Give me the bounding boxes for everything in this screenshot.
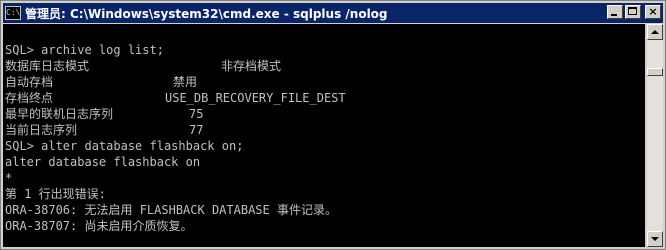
line-text: ORA-38707: 尚未启用介质恢复。 [5, 219, 193, 233]
console-line: 存档终点 USE_DB_RECOVERY_FILE_DEST [5, 90, 346, 106]
line-value: USE_DB_RECOVERY_FILE_DEST [165, 91, 346, 105]
maximize-icon [628, 7, 637, 15]
console-line: 最早的联机日志序列 75 [5, 106, 346, 122]
line-label: 存档终点 [5, 91, 54, 105]
console-line: ORA-38707: 尚未启用介质恢复。 [5, 218, 346, 234]
line-text: SQL> alter database flashback on; [5, 139, 244, 153]
console-output[interactable]: SQL> archive log list; 数据库日志模式 非存档模式 自动存档… [3, 24, 645, 247]
line-label: 最早的联机日志序列 [5, 107, 114, 121]
line-value: 非存档模式 [221, 59, 282, 73]
close-button[interactable]: × [645, 5, 661, 19]
title-bar[interactable]: C:\ 管理员: C:\Windows\system32\cmd.exe - s… [3, 3, 663, 23]
window-controls: × [605, 5, 661, 19]
console-line: 当前日志序列 77 [5, 122, 346, 138]
line-value: 77 [189, 123, 204, 137]
console-line: alter database flashback on [5, 154, 346, 170]
line-text: SQL> archive log list; [5, 43, 164, 57]
console-line: 第 1 行出现错误: [5, 186, 346, 202]
scroll-up-button[interactable] [647, 24, 663, 40]
arrow-down-icon [651, 237, 659, 241]
console-line: ORA-38706: 无法启用 FLASHBACK DATABASE 事件记录。 [5, 202, 346, 218]
console-line: 数据库日志模式 非存档模式 [5, 58, 346, 74]
scroll-thumb[interactable] [647, 68, 663, 76]
minimize-button[interactable] [607, 5, 623, 19]
scroll-down-button[interactable] [647, 231, 663, 247]
vertical-scrollbar[interactable] [647, 24, 663, 247]
line-label: 自动存档 [5, 75, 54, 89]
arrow-up-icon [651, 30, 659, 34]
line-text: ORA-38706: 无法启用 FLASHBACK DATABASE 事件记录。 [5, 203, 337, 217]
cmd-icon[interactable]: C:\ [5, 6, 21, 20]
console-line: * [5, 170, 346, 186]
console-line: SQL> alter database flashback on; [5, 138, 346, 154]
line-label: 当前日志序列 [5, 123, 78, 137]
console-line: SQL> archive log list; [5, 42, 346, 58]
cmd-window: C:\ 管理员: C:\Windows\system32\cmd.exe - s… [0, 0, 666, 250]
minimize-icon [611, 14, 617, 16]
line-value: 禁用 [173, 75, 198, 89]
line-value: 75 [189, 107, 204, 121]
line-text: * [5, 171, 13, 185]
console-line: 自动存档 禁用 [5, 74, 346, 90]
window-title: 管理员: C:\Windows\system32\cmd.exe - sqlpl… [25, 6, 388, 21]
line-text: 第 1 行出现错误: [5, 187, 106, 201]
line-label: 数据库日志模式 [5, 59, 90, 73]
close-icon: × [648, 5, 658, 18]
console-lines: SQL> archive log list; 数据库日志模式 非存档模式 自动存档… [5, 42, 346, 234]
maximize-button[interactable] [625, 5, 641, 19]
line-text: alter database flashback on [5, 155, 201, 169]
